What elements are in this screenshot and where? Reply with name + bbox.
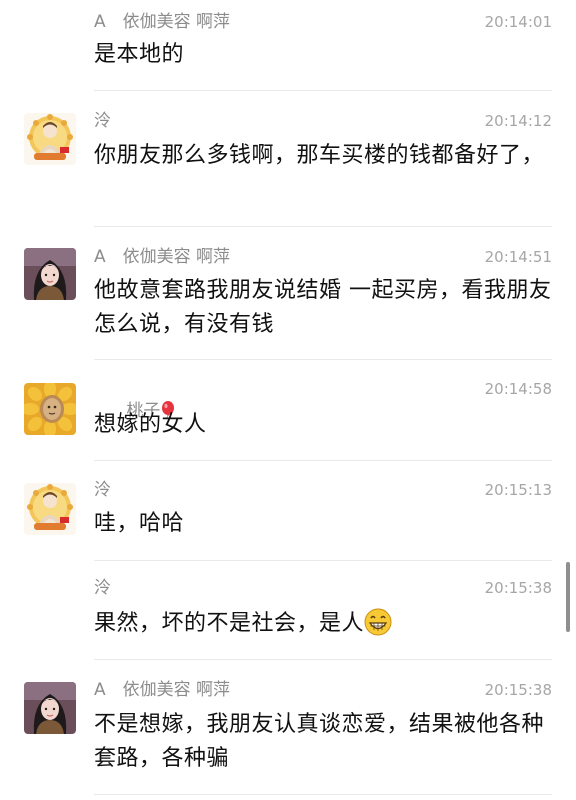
grinning-emoji-icon: [364, 608, 392, 636]
message-text-content: 果然，坏的不是社会，是人: [94, 611, 365, 636]
sender-name[interactable]: A 依伽美容 啊萍: [94, 11, 230, 33]
message-timestamp: 20:15:38: [484, 579, 552, 597]
message-divider: [94, 794, 552, 795]
message-text: 不是想嫁，我朋友认真谈恋爱，结果被他各种套路，各种骗: [94, 712, 545, 771]
message-divider: [94, 90, 552, 91]
scrollbar-thumb[interactable]: [566, 562, 570, 632]
avatar-buddha-icon[interactable]: [24, 113, 76, 165]
message-text: 哇，哈哈: [94, 511, 185, 536]
message-timestamp: 20:14:12: [484, 112, 552, 130]
message-text: 你朋友那么多钱啊，那车买楼的钱都备好了，: [94, 143, 545, 168]
avatar-buddha-icon[interactable]: [24, 483, 76, 535]
message-divider: [94, 460, 552, 461]
chat-message-list: A 依伽美容 啊萍 20:14:01 是本地的 泠 20:14:12 你朋友那么…: [0, 0, 576, 800]
avatar-girl-photo[interactable]: [24, 248, 76, 300]
sender-name[interactable]: 泠: [94, 479, 111, 501]
sender-name[interactable]: 泠: [94, 110, 111, 132]
avatar-sunflower-icon[interactable]: [24, 383, 76, 435]
message-timestamp: 20:14:01: [484, 13, 552, 31]
message-divider: [94, 226, 552, 227]
message-divider: [94, 359, 552, 360]
message-text: 果然，坏的不是社会，是人: [94, 607, 554, 641]
avatar-girl-photo[interactable]: [24, 682, 76, 734]
sender-name[interactable]: A 依伽美容 啊萍: [94, 679, 230, 701]
message-text: 他故意套路我朋友说结婚 一起买房，看我朋友怎么说，有没有钱: [94, 278, 552, 337]
message-divider: [94, 659, 552, 660]
message-timestamp: 20:15:13: [484, 481, 552, 499]
sender-name[interactable]: 泠: [94, 577, 111, 599]
message-timestamp: 20:15:38: [484, 681, 552, 699]
message-timestamp: 20:14:58: [484, 380, 552, 398]
message-divider: [94, 560, 552, 561]
message-text: 想嫁的女人: [94, 412, 207, 437]
message-timestamp: 20:14:51: [484, 248, 552, 266]
message-text: 是本地的: [94, 42, 185, 67]
sender-name[interactable]: A 依伽美容 啊萍: [94, 246, 230, 268]
